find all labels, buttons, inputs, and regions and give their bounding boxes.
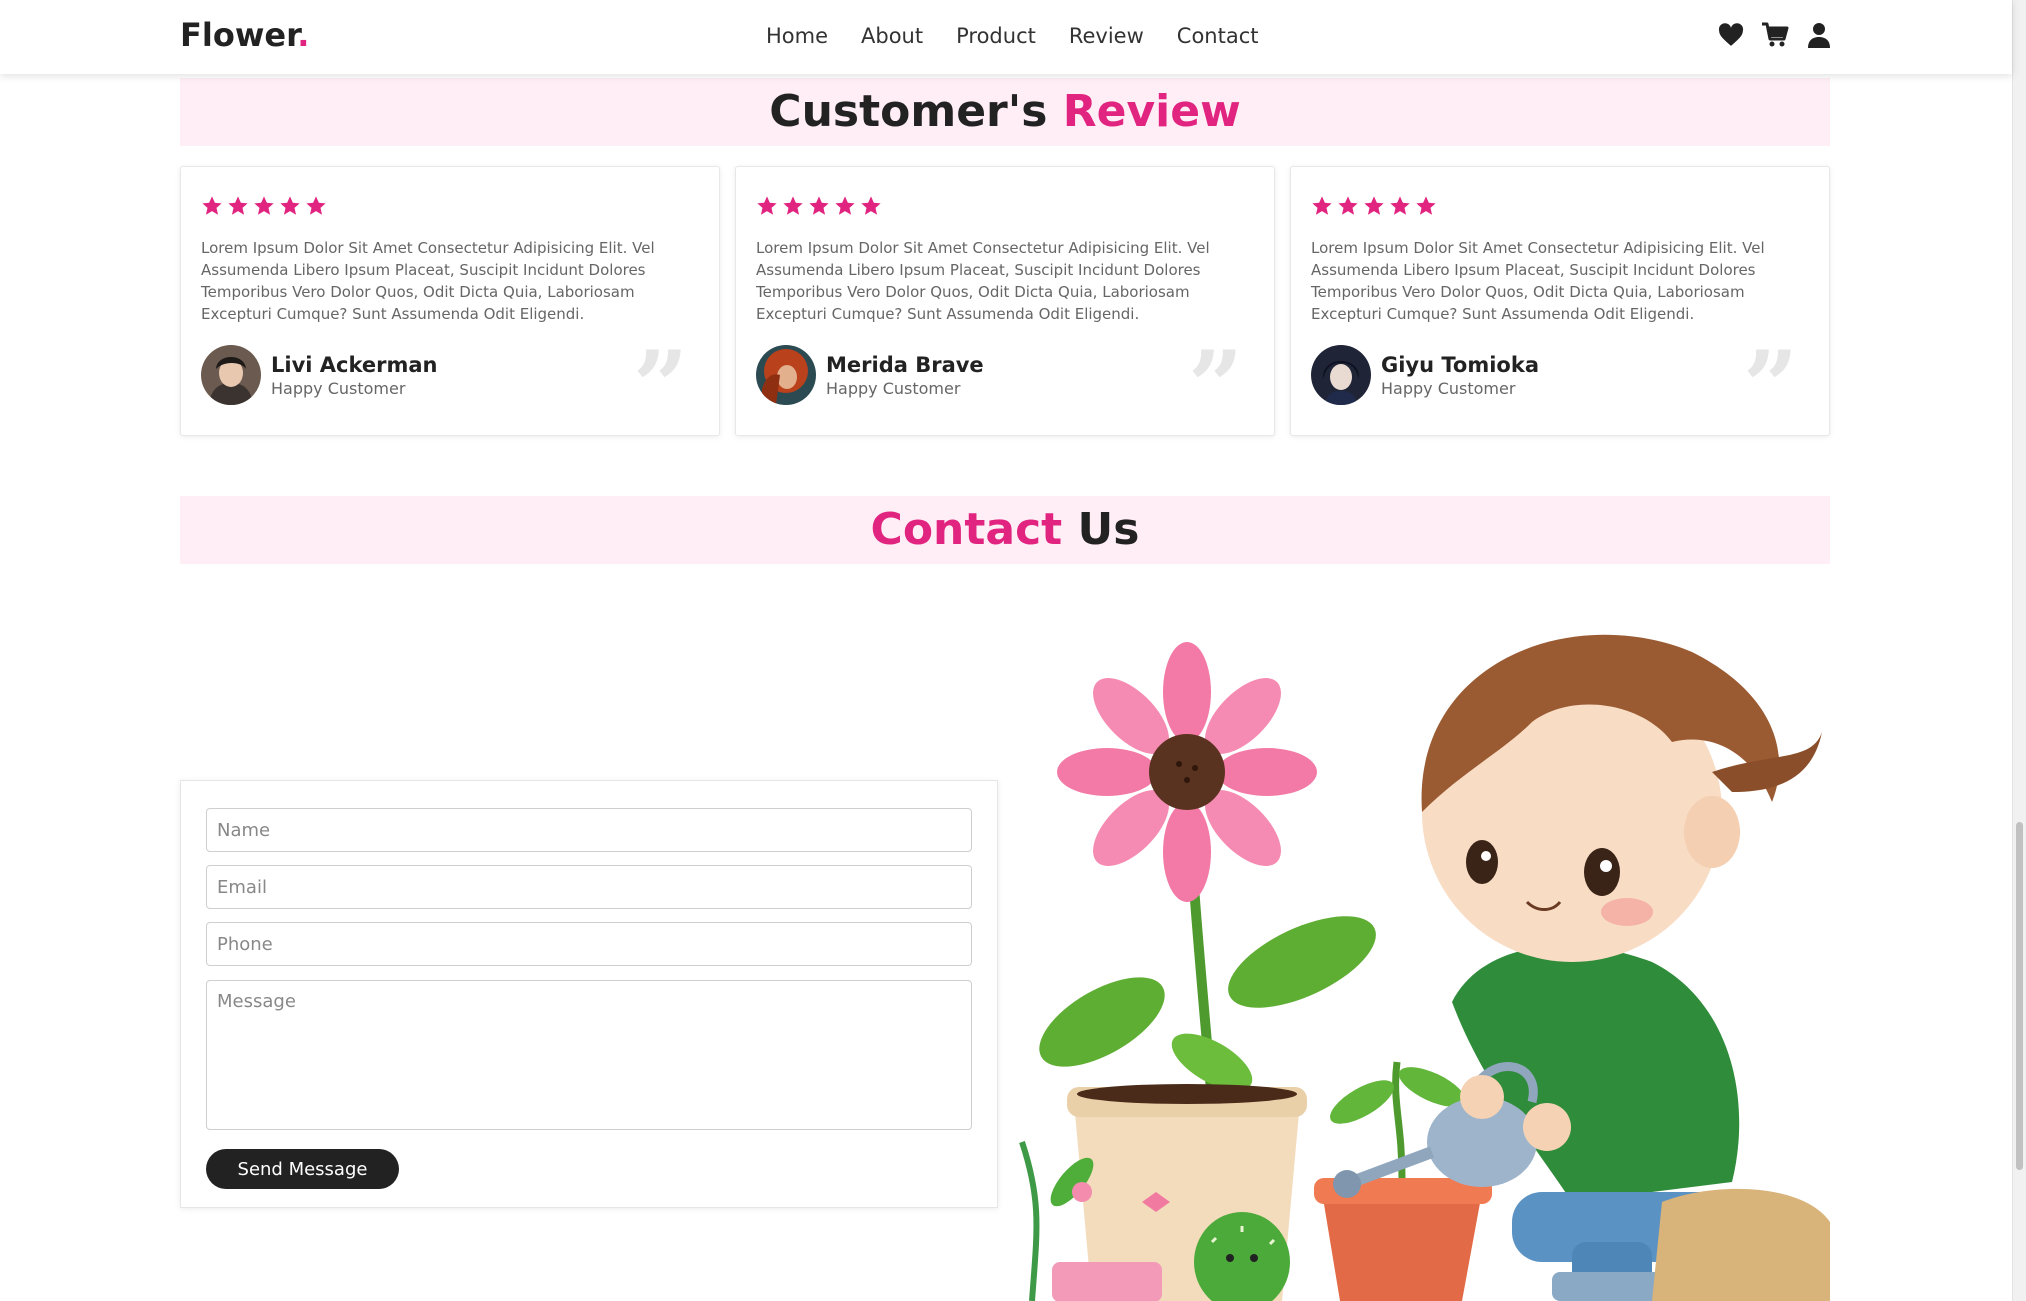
review-text: Lorem Ipsum Dolor Sit Amet Consectetur A… [201,239,655,323]
header-icons [1716,20,1834,50]
star-icon [202,196,222,215]
contact-title-part1: Contact [870,504,1063,555]
star-rating [756,195,882,217]
review-title-part2: Review [1062,86,1241,137]
review-section-title: Customer's Review [180,78,1830,146]
scrollbar-thumb[interactable] [2016,822,2023,1170]
main-nav: Home About Product Review Contact [766,24,1291,48]
star-icon [1338,196,1358,215]
star-icon [1364,196,1384,215]
contact-title-part2: Us [1077,504,1140,555]
quote-icon: ” [633,330,689,443]
send-message-button[interactable]: Send Message [206,1149,399,1189]
customer-role: Happy Customer [271,379,406,398]
review-card: Lorem Ipsum Dolor Sit Amet Consectetur A… [735,166,1275,436]
avatar [1311,345,1371,405]
message-field[interactable] [206,980,972,1130]
brand-name: Flower [180,16,298,54]
customer-name: Giyu Tomioka [1381,353,1539,377]
avatar [201,345,261,405]
nav-product[interactable]: Product [956,24,1036,48]
star-icon [280,196,300,215]
customer-name: Livi Ackerman [271,353,438,377]
brand-dot: . [297,16,310,54]
star-rating [1311,195,1437,217]
email-field[interactable] [206,865,972,909]
star-icon [254,196,274,215]
gardening-illustration [1012,582,1830,1301]
star-icon [228,196,248,215]
review-card: Lorem Ipsum Dolor Sit Amet Consectetur A… [1290,166,1830,436]
avatar [756,345,816,405]
site-header: Flower. Home About Product Review Contac… [0,0,2012,74]
star-icon [1312,196,1332,215]
brand-logo[interactable]: Flower. [180,16,309,54]
star-icon [783,196,803,215]
nav-contact[interactable]: Contact [1177,24,1259,48]
nav-about[interactable]: About [861,24,923,48]
quote-icon: ” [1743,330,1799,443]
star-icon [861,196,881,215]
contact-section-title: Contact Us [180,496,1830,564]
review-text: Lorem Ipsum Dolor Sit Amet Consectetur A… [1311,239,1765,323]
customer-name: Merida Brave [826,353,984,377]
review-text: Lorem Ipsum Dolor Sit Amet Consectetur A… [756,239,1210,323]
star-rating [201,195,327,217]
star-icon [835,196,855,215]
nav-review[interactable]: Review [1069,24,1144,48]
cart-icon[interactable] [1760,20,1790,50]
star-icon [1416,196,1436,215]
phone-field[interactable] [206,922,972,966]
review-title-part1: Customer's [769,86,1048,137]
star-icon [306,196,326,215]
customer-role: Happy Customer [826,379,961,398]
star-icon [1390,196,1410,215]
nav-home[interactable]: Home [766,24,828,48]
review-card: Lorem Ipsum Dolor Sit Amet Consectetur A… [180,166,720,436]
quote-icon: ” [1188,330,1244,443]
user-icon[interactable] [1804,20,1834,50]
heart-icon[interactable] [1716,20,1746,50]
star-icon [809,196,829,215]
name-field[interactable] [206,808,972,852]
customer-role: Happy Customer [1381,379,1516,398]
star-icon [757,196,777,215]
contact-form: Send Message [180,780,998,1208]
